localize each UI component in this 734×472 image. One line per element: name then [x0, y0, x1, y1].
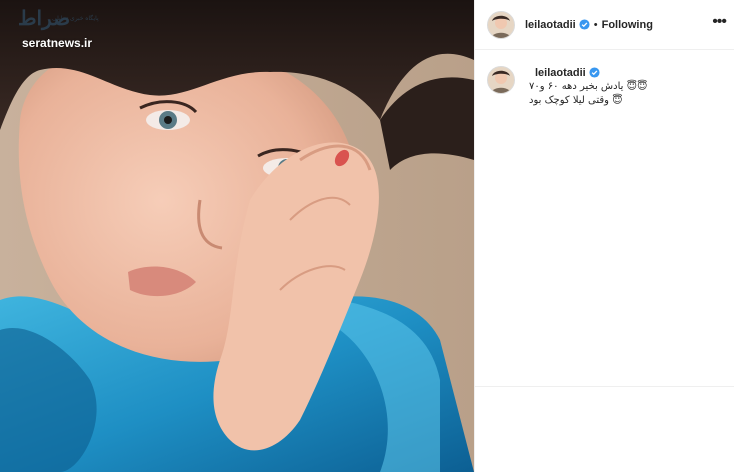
divider: [475, 386, 734, 387]
username-link[interactable]: leilaotadii: [525, 19, 576, 31]
separator-dot: •: [593, 18, 598, 31]
watermark-site: seratnews.ir: [22, 36, 93, 50]
caption: leilaotadii یادش بخیر دهه ۶۰ و۷۰ 😇😇 وقتی…: [475, 50, 734, 108]
instagram-post: صراط پایگاه خبری تحلیلی seratnews.ir lei…: [0, 0, 734, 472]
caption-username-link[interactable]: leilaotadii: [535, 66, 586, 80]
verified-badge-icon: [589, 67, 600, 78]
caption-text: یادش بخیر دهه ۶۰ و۷۰ 😇😇 وقتی لیلا کوچک ب…: [529, 81, 648, 106]
avatar[interactable]: [487, 10, 515, 39]
following-button[interactable]: Following: [602, 19, 653, 31]
more-horizontal-icon[interactable]: •••: [712, 14, 727, 30]
post-photo[interactable]: صراط پایگاه خبری تحلیلی seratnews.ir: [0, 0, 474, 472]
caption-body: leilaotadii یادش بخیر دهه ۶۰ و۷۰ 😇😇 وقتی…: [525, 66, 715, 108]
portrait-image: [0, 0, 474, 472]
verified-badge-icon: [579, 19, 590, 30]
avatar-image: [488, 67, 514, 93]
post-header: leilaotadii • Following •••: [475, 0, 734, 50]
watermark: صراط پایگاه خبری تحلیلی seratnews.ir: [10, 6, 120, 54]
caption-line: leilaotadii یادش بخیر دهه ۶۰ و۷۰ 😇😇 وقتی…: [525, 66, 715, 108]
caption-avatar[interactable]: [487, 66, 515, 94]
avatar-image: [488, 11, 514, 38]
watermark-tagline: پایگاه خبری تحلیلی: [52, 16, 99, 22]
post-sidebar: leilaotadii • Following ••• leilaotadii …: [474, 0, 734, 472]
